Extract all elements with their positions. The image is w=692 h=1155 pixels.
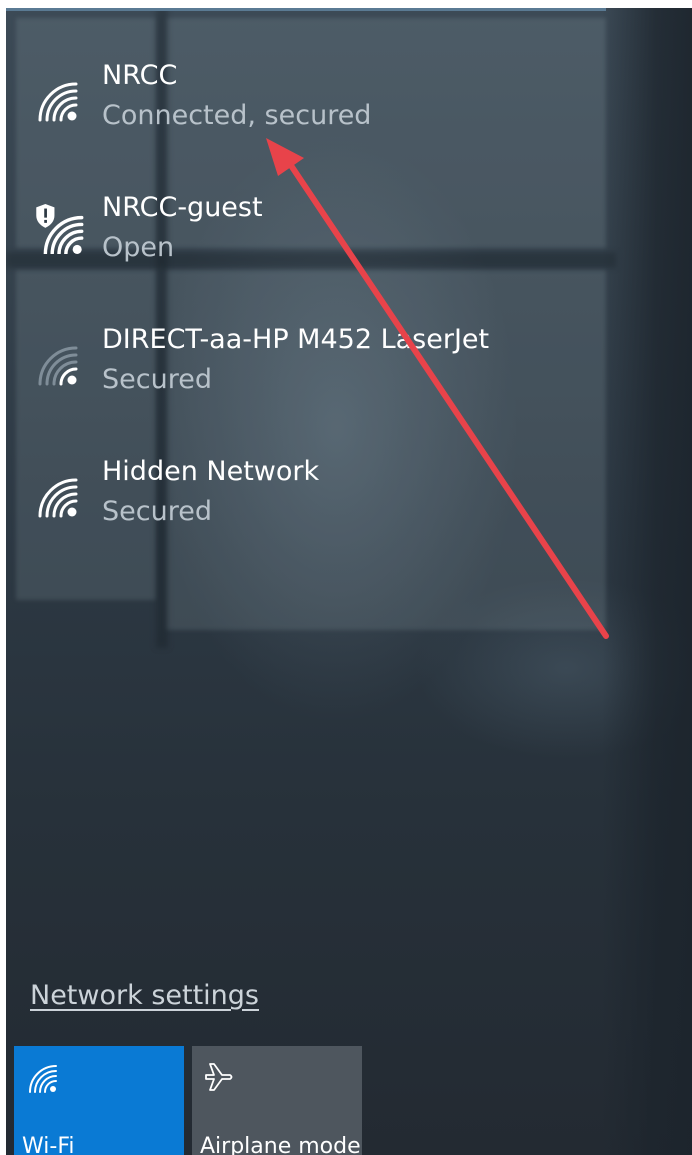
airplane-icon (205, 1063, 233, 1091)
network-name: Hidden Network (102, 456, 320, 487)
wifi-signal-icon (38, 478, 78, 518)
network-name: NRCC-guest (102, 192, 263, 223)
wifi-open-warning-icon (36, 204, 84, 254)
network-status: Open (102, 232, 175, 263)
network-item-nrcc-guest[interactable]: NRCC-guest Open (6, 190, 606, 300)
network-status: Secured (102, 364, 212, 395)
network-item-nrcc[interactable]: NRCC Connected, secured (6, 58, 606, 168)
tile-label: Wi-Fi (22, 1134, 75, 1155)
wifi-weak-signal-icon (38, 346, 78, 386)
airplane-mode-tile[interactable]: Airplane mode (192, 1046, 362, 1155)
page: NRCC Connected, secured NRCC-guest Open (0, 0, 692, 1155)
network-flyout: NRCC Connected, secured NRCC-guest Open (6, 8, 692, 1155)
network-status: Connected, secured (102, 100, 372, 131)
wifi-toggle-tile[interactable]: Wi-Fi (14, 1046, 184, 1155)
tile-label: Airplane mode (200, 1134, 361, 1155)
background-shade (602, 8, 692, 1155)
network-item-hidden[interactable]: Hidden Network Secured (6, 454, 606, 564)
network-item-direct-hp[interactable]: DIRECT-aa-HP M452 LaserJet Secured (6, 322, 606, 432)
flyout-top-edge (6, 8, 606, 11)
wifi-icon (29, 1065, 57, 1093)
network-name: DIRECT-aa-HP M452 LaserJet (102, 324, 490, 355)
network-status: Secured (102, 496, 212, 527)
network-name: NRCC (102, 60, 178, 91)
network-settings-link[interactable]: Network settings (30, 978, 259, 1014)
wifi-signal-icon (38, 82, 78, 122)
